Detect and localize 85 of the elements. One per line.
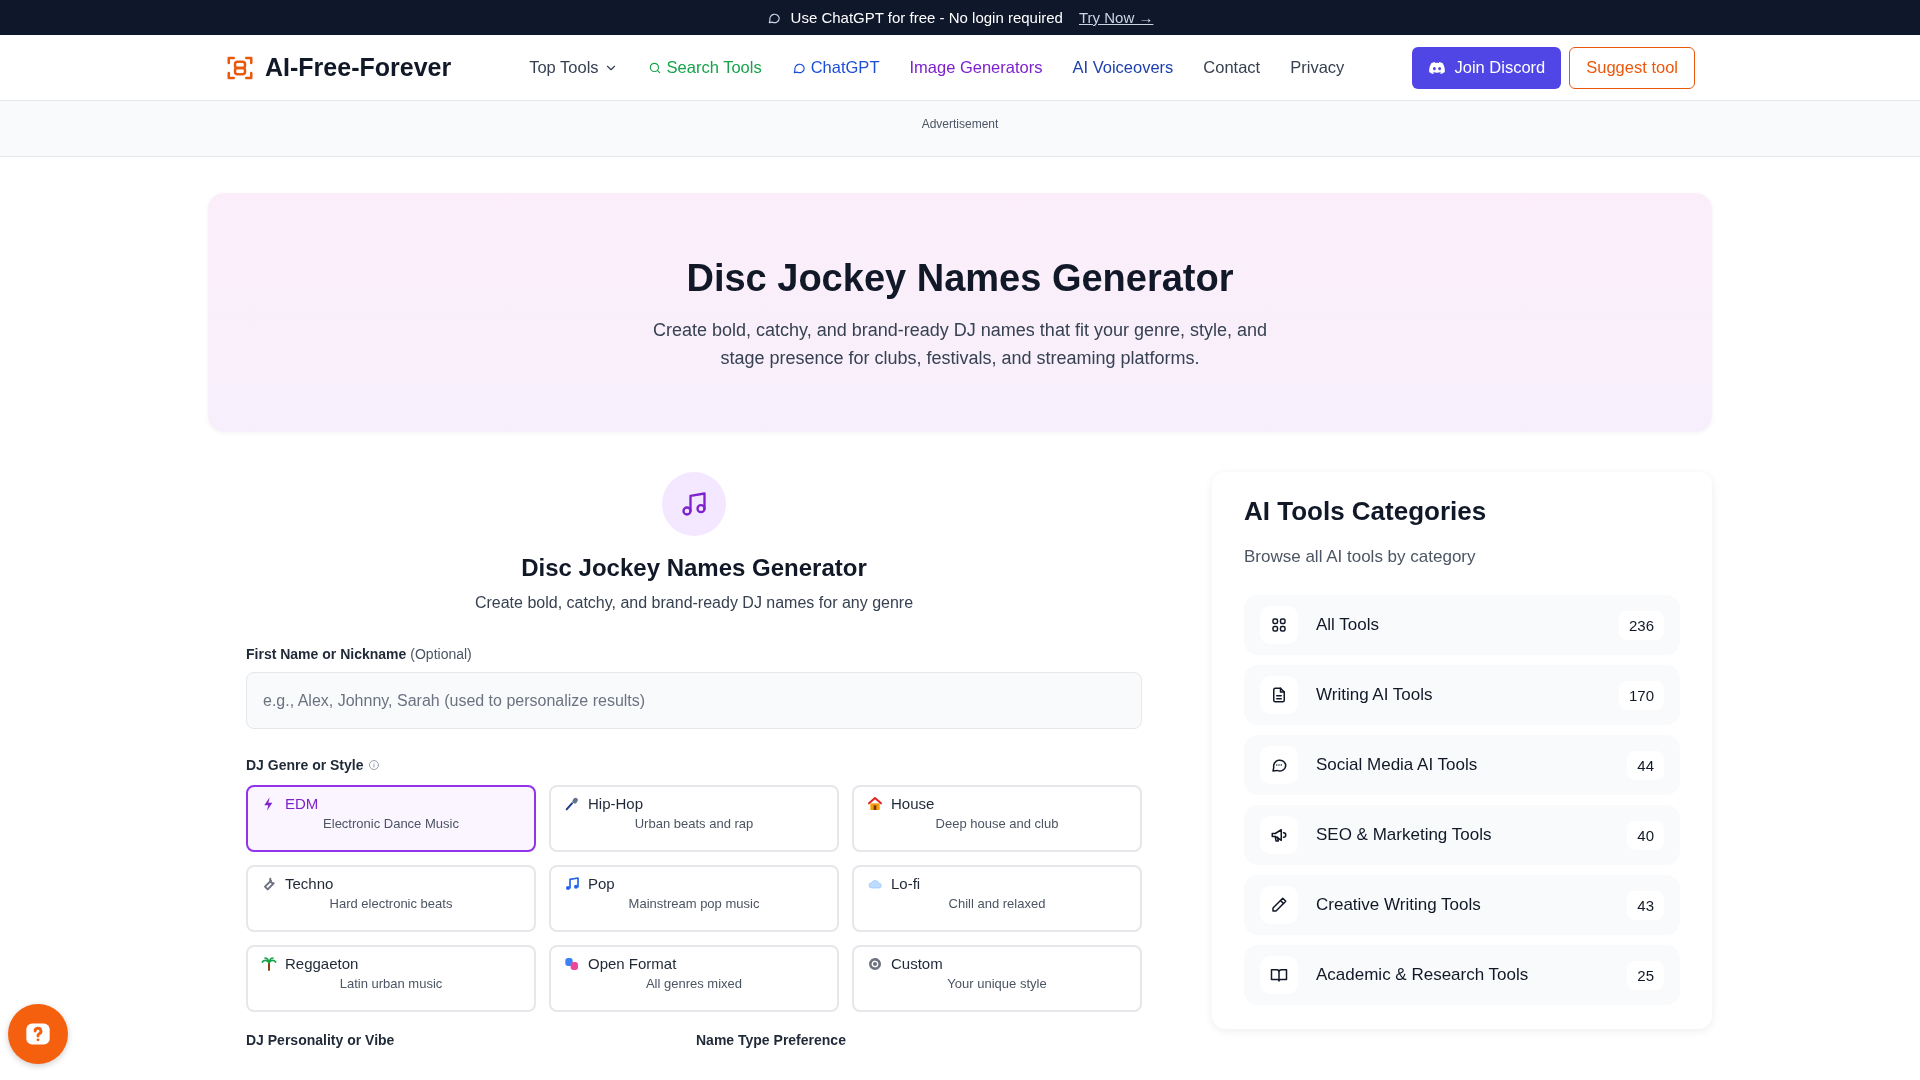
category-label: Creative Writing Tools — [1316, 895, 1481, 915]
house-icon — [867, 795, 883, 812]
genre-option[interactable]: House Deep house and club — [852, 785, 1142, 852]
open-book-icon — [1270, 966, 1288, 984]
nav-link[interactable]: Contact — [1203, 58, 1261, 77]
megaphone-icon — [1270, 826, 1288, 844]
nav-link[interactable]: ChatGPT — [791, 58, 880, 77]
field-label: DJ Personality or Vibe — [246, 1032, 396, 1048]
site-logo-text[interactable]: AI-Free-Forever — [265, 53, 452, 82]
nav-link[interactable]: Top Tools — [529, 58, 618, 77]
category-label: Social Media AI Tools — [1316, 755, 1478, 775]
tool-count: 25 — [1627, 960, 1664, 990]
chat-bubble-icon — [1270, 756, 1288, 774]
category-label: Academic & Research Tools — [1316, 965, 1529, 985]
genre-option[interactable]: Techno Hard electronic beats — [246, 865, 536, 932]
genre-title: Open Format — [588, 955, 677, 972]
genre-option[interactable]: Open Format All genres mixed — [549, 945, 839, 1012]
microphone-icon — [564, 795, 580, 812]
genre-description: Latin urban music — [339, 976, 443, 991]
genre-title: Hip-Hop — [588, 795, 644, 812]
tool-count: 236 — [1618, 610, 1664, 640]
genre-option[interactable]: Pop Mainstream pop music — [549, 865, 839, 932]
genre-option[interactable]: Hip-Hop Urban beats and rap — [549, 785, 839, 852]
category-item[interactable]: Social Media AI Tools 44 — [1244, 735, 1680, 795]
category-item[interactable]: Academic & Research Tools 25 — [1244, 945, 1680, 1005]
help-button[interactable] — [8, 1004, 68, 1064]
info-icon — [367, 759, 380, 771]
category-label: Writing AI Tools — [1316, 685, 1433, 705]
palm-tree-icon — [261, 955, 277, 972]
document-icon — [1270, 686, 1288, 704]
genre-title: House — [891, 795, 935, 812]
genre-option[interactable]: Lo-fi Chill and relaxed — [852, 865, 1142, 932]
theater-masks-icon — [564, 955, 580, 972]
genre-description: Deep house and club — [935, 816, 1059, 831]
panel-subtitle: Browse all AI tools by category — [1244, 547, 1477, 567]
category-label: All Tools — [1316, 615, 1379, 635]
nav-link[interactable]: Image Generators — [909, 58, 1043, 77]
genre-description: Your unique style — [947, 976, 1047, 991]
optional-note: (Optional) — [410, 646, 472, 662]
genre-title: Techno — [285, 875, 334, 892]
category-label: SEO & Marketing Tools — [1316, 825, 1492, 845]
genre-title: EDM — [285, 795, 319, 812]
tool-count: 40 — [1627, 820, 1664, 850]
category-item[interactable]: Writing AI Tools 170 — [1244, 665, 1680, 725]
field-label: DJ Genre or Style — [246, 757, 364, 773]
gear-icon — [867, 955, 883, 972]
generator-subtitle: Create bold, catchy, and brand-ready DJ names for any genre — [473, 594, 915, 612]
genre-title: Lo-fi — [891, 875, 921, 892]
page-title: Disc Jockey Names Generator — [685, 257, 1235, 300]
grid-icon — [1270, 616, 1288, 634]
try-now-link[interactable]: Try Now → — [1078, 9, 1154, 26]
field-label: Name Type Preference — [696, 1032, 847, 1048]
field-label: First Name or Nickname — [246, 646, 407, 662]
category-item[interactable]: Creative Writing Tools 43 — [1244, 875, 1680, 935]
genre-description: Mainstream pop music — [628, 896, 760, 911]
search-icon — [647, 60, 662, 75]
genre-option[interactable]: Reggaeton Latin urban music — [246, 945, 536, 1012]
genre-option[interactable]: Custom Your unique style — [852, 945, 1142, 1012]
banner-text: Use ChatGPT for free - No login required — [790, 9, 1063, 26]
nav-link[interactable]: Privacy — [1290, 58, 1345, 77]
genre-description: All genres mixed — [645, 976, 743, 991]
genre-title: Pop — [588, 875, 615, 892]
genre-description: Urban beats and rap — [634, 816, 754, 831]
tool-count: 43 — [1627, 890, 1664, 920]
music-note-icon — [680, 490, 708, 518]
genre-title: Custom — [891, 955, 943, 972]
advertisement-label: Advertisement — [921, 117, 999, 133]
genre-title: Reggaeton — [285, 955, 359, 972]
genre-description: Chill and relaxed — [948, 896, 1046, 911]
music-note-icon — [564, 875, 580, 892]
tool-count: 44 — [1627, 750, 1664, 780]
panel-title: AI Tools Categories — [1244, 496, 1488, 527]
generator-title: Disc Jockey Names Generator — [520, 554, 868, 582]
suggest-tool-button[interactable]: Suggest tool — [1569, 46, 1695, 89]
genre-option[interactable]: EDM Electronic Dance Music — [246, 785, 536, 852]
pencil-icon — [1270, 896, 1288, 914]
page-description: Create bold, catchy, and brand-ready DJ names that fit your genre, style, and stage presence for clubs, festivals, and streaming platforms. — [652, 319, 1268, 370]
nav-link[interactable]: AI Voiceovers — [1072, 58, 1174, 77]
category-item[interactable]: All Tools 236 — [1244, 595, 1680, 655]
genre-description: Hard electronic beats — [329, 896, 453, 911]
genre-description: Electronic Dance Music — [323, 816, 459, 831]
category-item[interactable]: SEO & Marketing Tools 40 — [1244, 805, 1680, 865]
tool-count: 170 — [1618, 680, 1664, 710]
join-discord-button[interactable]: Join Discord — [1412, 46, 1562, 89]
name-input-field[interactable]: e.g., Alex, Johnny, Sarah (used to personalize results) — [246, 672, 1142, 729]
